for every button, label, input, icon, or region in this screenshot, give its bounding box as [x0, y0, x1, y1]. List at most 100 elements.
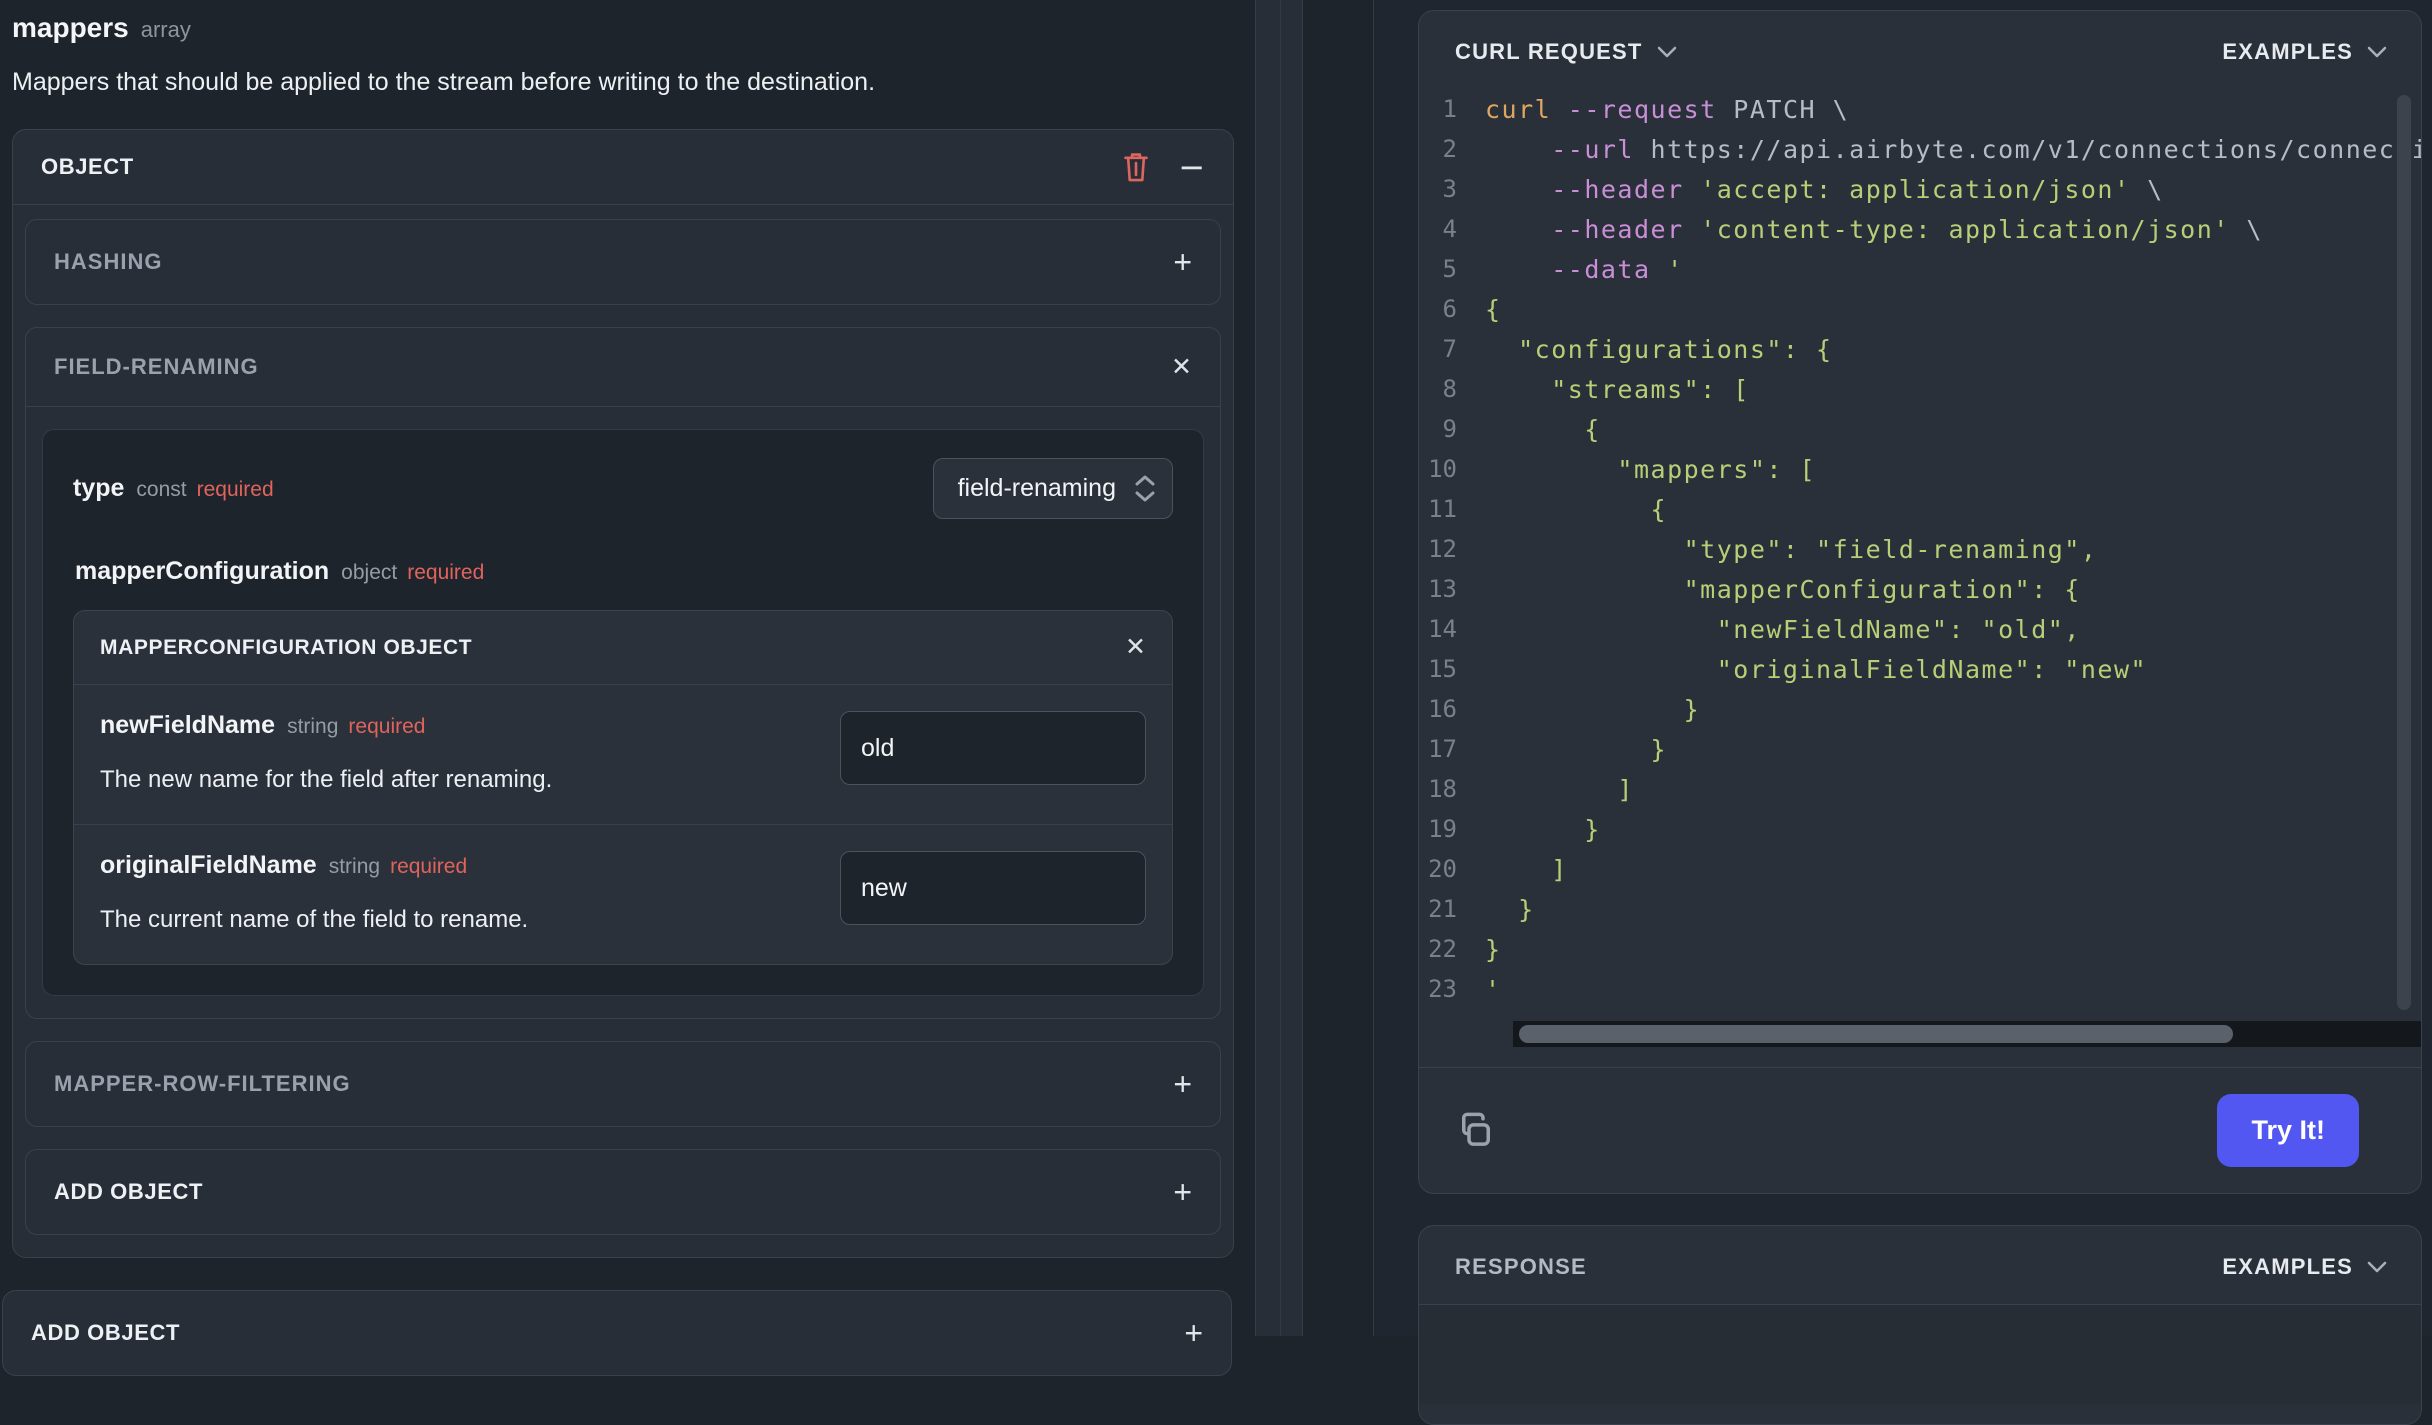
try-it-button[interactable]: Try It! [2217, 1094, 2359, 1167]
close-icon: ✕ [1171, 352, 1192, 381]
response-panel: RESPONSE EXAMPLES [1418, 1225, 2422, 1425]
chevron-down-icon [2367, 46, 2387, 58]
curl-request-title: CURL REQUEST [1455, 39, 1643, 64]
originalfieldname-required-badge: required [390, 855, 468, 878]
copy-code-button[interactable] [1455, 1109, 1497, 1153]
plus-icon: + [1184, 1315, 1203, 1351]
close-mapperconfiguration-button[interactable]: ✕ [1125, 635, 1146, 660]
code-line: 1 curl --request PATCH \ [1442, 94, 1850, 124]
minus-icon: − [1178, 148, 1205, 186]
originalfieldname-kind: string [328, 855, 381, 878]
code-line: 12 "type": "field-renaming", [1428, 534, 2098, 564]
code-line: 16 } [1428, 694, 1701, 724]
mapper-row-filtering-accordion[interactable]: MAPPER-ROW-FILTERING + [25, 1041, 1221, 1127]
code-editor: 1 curl --request PATCH \ 2 --url https://a… [1419, 81, 2421, 1047]
code-line: 8 "streams": [ [1442, 374, 1750, 404]
code-line: 19 } [1428, 814, 1601, 844]
code-line: 15 "originalFieldName": "new" [1428, 654, 2148, 684]
mapperconfiguration-header: MAPPERCONFIGURATION OBJECT ✕ [74, 611, 1172, 685]
field-renaming-header[interactable]: FIELD-RENAMING ✕ [26, 328, 1220, 407]
curl-request-dropdown[interactable]: CURL REQUEST [1455, 39, 1677, 65]
plus-icon: + [1173, 1066, 1192, 1102]
code-line: 20 ] [1428, 854, 1568, 884]
object-panel: OBJECT − HASHING + FIELD-RENAMING ✕ type… [12, 129, 1234, 1258]
request-examples-dropdown[interactable]: EXAMPLES [2222, 39, 2387, 65]
stepper-icon [1134, 474, 1156, 503]
code-line: 7 "configurations": { [1442, 334, 1833, 364]
newfieldname-input[interactable] [840, 711, 1146, 785]
code-line: 2 --url https://api.airbyte.com/v1/conne… [1442, 134, 2422, 164]
chevron-down-icon [1657, 46, 1677, 58]
copy-icon [1455, 1109, 1497, 1153]
code-line: 17 } [1428, 734, 1668, 764]
curl-request-panel: CURL REQUEST EXAMPLES 1 curl --request PA… [1418, 10, 2422, 1194]
chevron-down-icon [2367, 1261, 2387, 1273]
type-select-value: field-renaming [957, 474, 1116, 502]
response-examples-dropdown[interactable]: EXAMPLES [2222, 1254, 2387, 1280]
code-horizontal-scrollbar-track [1513, 1021, 2421, 1047]
newfieldname-row: newFieldName string required The new nam… [74, 685, 1172, 824]
code-line: 22} [1428, 934, 1502, 964]
code-line: 3 --header 'accept: application/json' \ [1442, 174, 2164, 204]
hashing-accordion[interactable]: HASHING + [25, 219, 1221, 305]
collapse-object-button[interactable]: − [1178, 151, 1205, 183]
mapper-row-filtering-label: MAPPER-ROW-FILTERING [54, 1071, 351, 1096]
add-object-inner-label: ADD OBJECT [54, 1179, 204, 1204]
add-object-outer-label: ADD OBJECT [31, 1320, 181, 1345]
plus-icon: + [1173, 1174, 1192, 1210]
close-field-renaming-button[interactable]: ✕ [1171, 352, 1192, 381]
mapper-configuration-kind: object [341, 561, 398, 584]
page-title: mappers [12, 12, 129, 43]
code-line: 14 "newFieldName": "old", [1428, 614, 2081, 644]
newfieldname-kind: string [287, 715, 339, 738]
field-renaming-label: FIELD-RENAMING [54, 354, 259, 379]
newfieldname-name: newFieldName [100, 711, 276, 739]
code-line: 23 ' [1428, 974, 1502, 1004]
delete-object-button[interactable] [1120, 150, 1152, 184]
type-kind: const [136, 478, 187, 501]
type-name: type [73, 474, 125, 502]
type-select[interactable]: field-renaming [932, 458, 1173, 519]
code-horizontal-scrollbar-thumb[interactable] [1519, 1025, 2233, 1043]
mapper-configuration-required-badge: required [407, 561, 485, 584]
mapper-configuration-name: mapperConfiguration [75, 557, 330, 585]
originalfieldname-input[interactable] [840, 851, 1146, 925]
response-examples-label: EXAMPLES [2222, 1254, 2353, 1279]
type-required-badge: required [196, 478, 274, 501]
code-line: 9 { [1442, 414, 1601, 444]
mapper-configuration-row: mapperConfiguration object required [75, 557, 1173, 586]
code-line: 13 "mapperConfiguration": { [1428, 574, 2081, 604]
expand-mapper-row-filtering-button[interactable]: + [1173, 1068, 1192, 1100]
code-line: 4 --header 'content-type: application/js… [1442, 214, 2263, 244]
object-panel-title: OBJECT [41, 154, 134, 179]
plus-icon: + [1173, 244, 1192, 280]
hashing-label: HASHING [54, 249, 163, 274]
schema-column: mappers array Mappers that should be app… [0, 0, 1255, 1376]
property-type-label: array [140, 17, 191, 42]
add-object-inner-button[interactable]: ADD OBJECT + [25, 1149, 1221, 1235]
expand-hashing-button[interactable]: + [1173, 246, 1192, 278]
response-title: RESPONSE [1455, 1254, 1587, 1279]
add-object-outer-button[interactable]: ADD OBJECT + [2, 1290, 1232, 1376]
object-panel-body: HASHING + FIELD-RENAMING ✕ type const re… [13, 204, 1233, 1257]
field-renaming-rows: type const required field-renaming mappe… [42, 429, 1204, 996]
code-line: 5 --data ' [1442, 254, 1684, 284]
code-vertical-scrollbar[interactable] [2397, 95, 2411, 1010]
trash-icon [1120, 150, 1152, 184]
object-panel-header: OBJECT − [13, 130, 1233, 204]
response-body [1419, 1304, 2421, 1404]
vertical-scrollbar-gutter[interactable] [1255, 0, 1303, 1336]
request-examples-label: EXAMPLES [2222, 39, 2353, 64]
newfieldname-required-badge: required [348, 715, 426, 738]
type-row: type const required field-renaming [73, 458, 1173, 519]
originalfieldname-name: originalFieldName [100, 851, 317, 879]
column-divider [1373, 0, 1374, 1336]
property-title-row: mappers array [12, 12, 1234, 44]
field-renaming-body: type const required field-renaming mappe… [26, 407, 1220, 1018]
close-icon: ✕ [1125, 633, 1146, 661]
code-line: 18 ] [1428, 774, 1634, 804]
code-line: 6{ [1442, 294, 1502, 324]
code-footer: Try It! [1419, 1067, 2421, 1193]
code-line: 21 } [1428, 894, 1535, 924]
mapperconfiguration-title: MAPPERCONFIGURATION OBJECT [100, 635, 473, 659]
